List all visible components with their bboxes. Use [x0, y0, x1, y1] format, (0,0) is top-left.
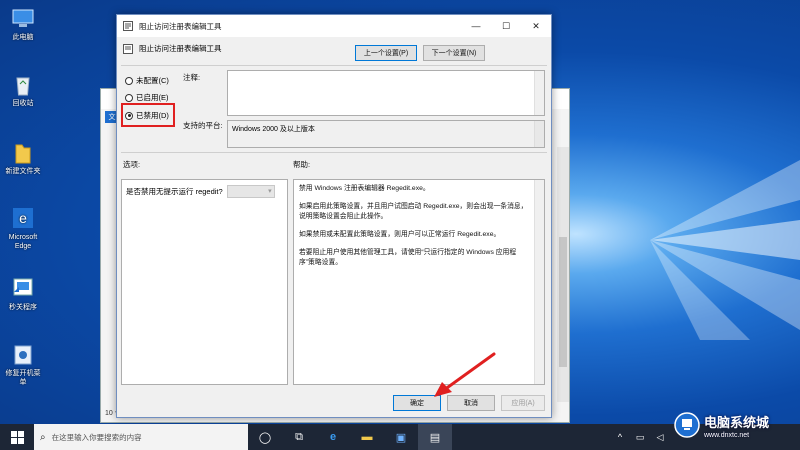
options-label: 选项:	[123, 160, 141, 169]
policy-setting-icon	[123, 43, 133, 54]
dialog-title: 阻止访问注册表编辑工具	[139, 21, 222, 31]
computer-icon	[12, 9, 34, 27]
watermark-url: www.dnxtc.net	[704, 432, 750, 439]
svg-text:e: e	[19, 210, 27, 226]
network-icon[interactable]: ▭	[630, 424, 650, 450]
desktop-icon-new-folder[interactable]: 新建文件夹	[4, 142, 42, 176]
shortcut-icon	[13, 278, 33, 296]
setup-icon	[14, 345, 32, 365]
desktop-icon-edge[interactable]: e Microsoft Edge	[4, 208, 42, 251]
file-explorer-icon[interactable]: ▬	[350, 424, 384, 450]
watermark-logo	[674, 412, 700, 438]
watermark: 电脑系统城 www.dnxtc.net	[674, 410, 794, 450]
desktop-icon-recycle-bin[interactable]: 回收站	[4, 74, 42, 108]
radio-button[interactable]	[125, 93, 133, 102]
supported-value: Windows 2000 及以上版本	[232, 126, 315, 133]
help-paragraph: 若要阻止用户使用其他管理工具，请使用“只运行指定的 Windows 应用程序”策…	[299, 249, 517, 266]
volume-icon[interactable]: ◁	[650, 424, 670, 450]
help-paragraph: 禁用 Windows 注册表编辑器 Regedit.exe。	[299, 185, 430, 192]
windows-icon	[10, 430, 24, 444]
task-view-icon[interactable]: ⧉	[282, 424, 316, 450]
next-setting-button[interactable]: 下一个设置(N)	[423, 45, 485, 61]
comment-scrollbar[interactable]	[534, 71, 544, 115]
desktop-icon-repair-menu[interactable]: 修复开机菜单	[4, 344, 42, 387]
search-placeholder: 在这里输入你要搜索的内容	[51, 432, 142, 442]
supported-platforms-box: Windows 2000 及以上版本	[227, 120, 545, 148]
comment-textbox[interactable]	[227, 70, 545, 116]
annotation-arrow	[434, 352, 496, 397]
options-panel: 是否禁用无提示运行 regedit?	[121, 179, 288, 385]
desktop-icon-shutdown[interactable]: 秒关程序	[4, 278, 42, 312]
minimize-icon[interactable]: —	[461, 15, 491, 37]
radio-label: 已启用(E)	[136, 93, 169, 102]
maximize-icon[interactable]: ☐	[491, 15, 521, 37]
edge-icon: e	[13, 208, 33, 228]
recycle-bin-icon	[16, 77, 30, 96]
divider	[121, 152, 547, 153]
dialog-titlebar[interactable]: 阻止访问注册表编辑工具 — ☐ ✕	[117, 15, 551, 37]
close-icon[interactable]: ✕	[521, 15, 551, 37]
divider	[121, 65, 547, 66]
radio-button[interactable]	[125, 76, 133, 85]
help-panel: 禁用 Windows 注册表编辑器 Regedit.exe。 如果启用此策略设置…	[293, 179, 545, 385]
store-icon[interactable]: ▣	[384, 424, 418, 450]
search-icon: ⌕	[40, 431, 46, 443]
help-label: 帮助:	[293, 160, 311, 169]
cortana-icon[interactable]: ◯	[248, 424, 282, 450]
option-row: 是否禁用无提示运行 regedit?	[126, 185, 275, 198]
supported-label: 支持的平台:	[183, 121, 223, 130]
desktop-icon-label: 新建文件夹	[5, 168, 41, 175]
desktop-icon-label: 秒关程序	[9, 304, 37, 311]
desktop-icon-label: 回收站	[12, 100, 34, 107]
radio-enabled[interactable]: 已启用(E)	[125, 92, 169, 103]
desktop-icon-label: Microsoft Edge	[8, 234, 38, 250]
supported-scrollbar[interactable]	[534, 121, 544, 147]
start-button[interactable]	[0, 424, 34, 450]
apply-button: 应用(A)	[501, 395, 545, 411]
help-scrollbar[interactable]	[534, 180, 544, 384]
policy-icon	[123, 21, 133, 31]
radio-label: 未配置(C)	[136, 76, 169, 85]
desktop-icon-this-pc[interactable]: 此电脑	[4, 8, 42, 42]
watermark-brand: 电脑系统城	[704, 415, 770, 430]
dialog-subheader: 阻止访问注册表编辑工具	[123, 43, 222, 54]
desktop-icon-label: 此电脑	[12, 34, 34, 41]
desktop-icon-label: 修复开机菜单	[5, 370, 41, 386]
policy-name: 阻止访问注册表编辑工具	[139, 44, 222, 53]
previous-setting-button[interactable]: 上一个设置(P)	[355, 45, 417, 61]
option-question: 是否禁用无提示运行 regedit?	[126, 187, 223, 196]
tray-chevron-icon[interactable]: ^	[610, 424, 630, 450]
help-paragraph: 如果启用此策略设置，并且用户试图启动 Regedit.exe，则会出现一条消息，…	[299, 203, 528, 220]
edge-taskbar-icon[interactable]: e	[316, 424, 350, 450]
notepad-icon[interactable]: ▤	[418, 424, 452, 450]
highlight-box	[121, 103, 175, 127]
option-dropdown[interactable]	[226, 185, 275, 198]
comment-label: 注释:	[183, 73, 201, 82]
background-window-scrollbar[interactable]	[557, 147, 569, 402]
help-paragraph: 如果禁用或未配置此策略设置，则用户可以正常运行 Regedit.exe。	[299, 231, 501, 238]
folder-icon	[15, 144, 31, 164]
taskbar-search[interactable]: ⌕ 在这里输入你要搜索的内容	[34, 424, 248, 450]
radio-not-configured[interactable]: 未配置(C)	[125, 75, 169, 86]
help-text: 禁用 Windows 注册表编辑器 Regedit.exe。 如果启用此策略设置…	[299, 184, 530, 276]
